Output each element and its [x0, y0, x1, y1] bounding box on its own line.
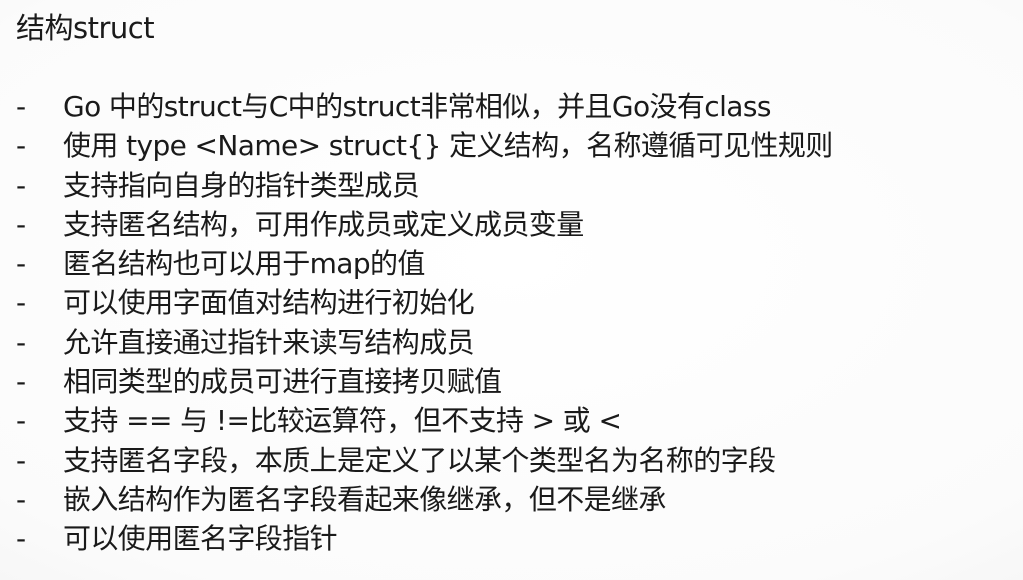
bullet-text: Go 中的struct与C中的struct非常相似，并且Go没有class [63, 90, 771, 123]
bullet-dash: - [16, 482, 26, 516]
bullet-item: - 支持匿名字段，本质上是定义了以某个类型名为名称的字段 [16, 441, 833, 480]
bullet-text: 支持指向自身的指针类型成员 [63, 168, 420, 202]
bullet-dash: - [16, 443, 26, 477]
bullet-text: 可以使用匿名字段指针 [63, 522, 338, 556]
bullet-dash: - [16, 365, 26, 399]
bullet-text: 相同类型的成员可进行直接拷贝赋值 [63, 365, 502, 399]
bullet-item: - Go 中的struct与C中的struct非常相似，并且Go没有class [16, 87, 833, 126]
bullet-text: 使用 type <Name> struct{} 定义结构，名称遵循可见性规则 [63, 129, 833, 163]
bullet-item: - 支持匿名结构，可用作成员或定义成员变量 [16, 205, 833, 244]
bullet-dash: - [16, 404, 26, 438]
bullet-item: - 支持 == 与 !=比较运算符，但不支持 > 或 < [16, 401, 833, 440]
bullet-item: - 使用 type <Name> struct{} 定义结构，名称遵循可见性规则 [16, 126, 833, 165]
bullet-text: 支持 == 与 !=比较运算符，但不支持 > 或 < [63, 404, 622, 438]
bullet-text: 嵌入结构作为匿名字段看起来像继承，但不是继承 [63, 482, 666, 516]
bullet-item: - 可以使用匿名字段指针 [16, 519, 833, 558]
bullet-text: 可以使用字面值对结构进行初始化 [63, 286, 475, 320]
bullet-dash: - [16, 286, 26, 320]
slide-title: 结构struct [16, 11, 155, 45]
bullet-text: 匿名结构也可以用于map的值 [63, 247, 425, 281]
bullet-text: 支持匿名结构，可用作成员或定义成员变量 [63, 207, 584, 241]
bullet-item: - 相同类型的成员可进行直接拷贝赋值 [16, 362, 833, 401]
bullet-text: 支持匿名字段，本质上是定义了以某个类型名为名称的字段 [63, 443, 776, 477]
bullet-dash: - [16, 207, 26, 241]
bullet-dash: - [16, 90, 26, 123]
bullet-item: - 匿名结构也可以用于map的值 [16, 244, 833, 283]
bullet-dash: - [16, 325, 26, 359]
bullet-dash: - [16, 522, 26, 556]
slide: 结构struct - Go 中的struct与C中的struct非常相似，并且G… [0, 0, 1023, 580]
bullet-item: - 允许直接通过指针来读写结构成员 [16, 323, 833, 362]
bullet-item: - 可以使用字面值对结构进行初始化 [16, 283, 833, 322]
bullet-dash: - [16, 247, 26, 281]
bullet-dash: - [16, 168, 26, 202]
bullet-item: - 支持指向自身的指针类型成员 [16, 166, 833, 205]
bullet-list: - Go 中的struct与C中的struct非常相似，并且Go没有class … [16, 87, 833, 559]
bullet-text: 允许直接通过指针来读写结构成员 [63, 325, 475, 359]
bullet-item: - 嵌入结构作为匿名字段看起来像继承，但不是继承 [16, 480, 833, 519]
bullet-dash: - [16, 129, 26, 163]
